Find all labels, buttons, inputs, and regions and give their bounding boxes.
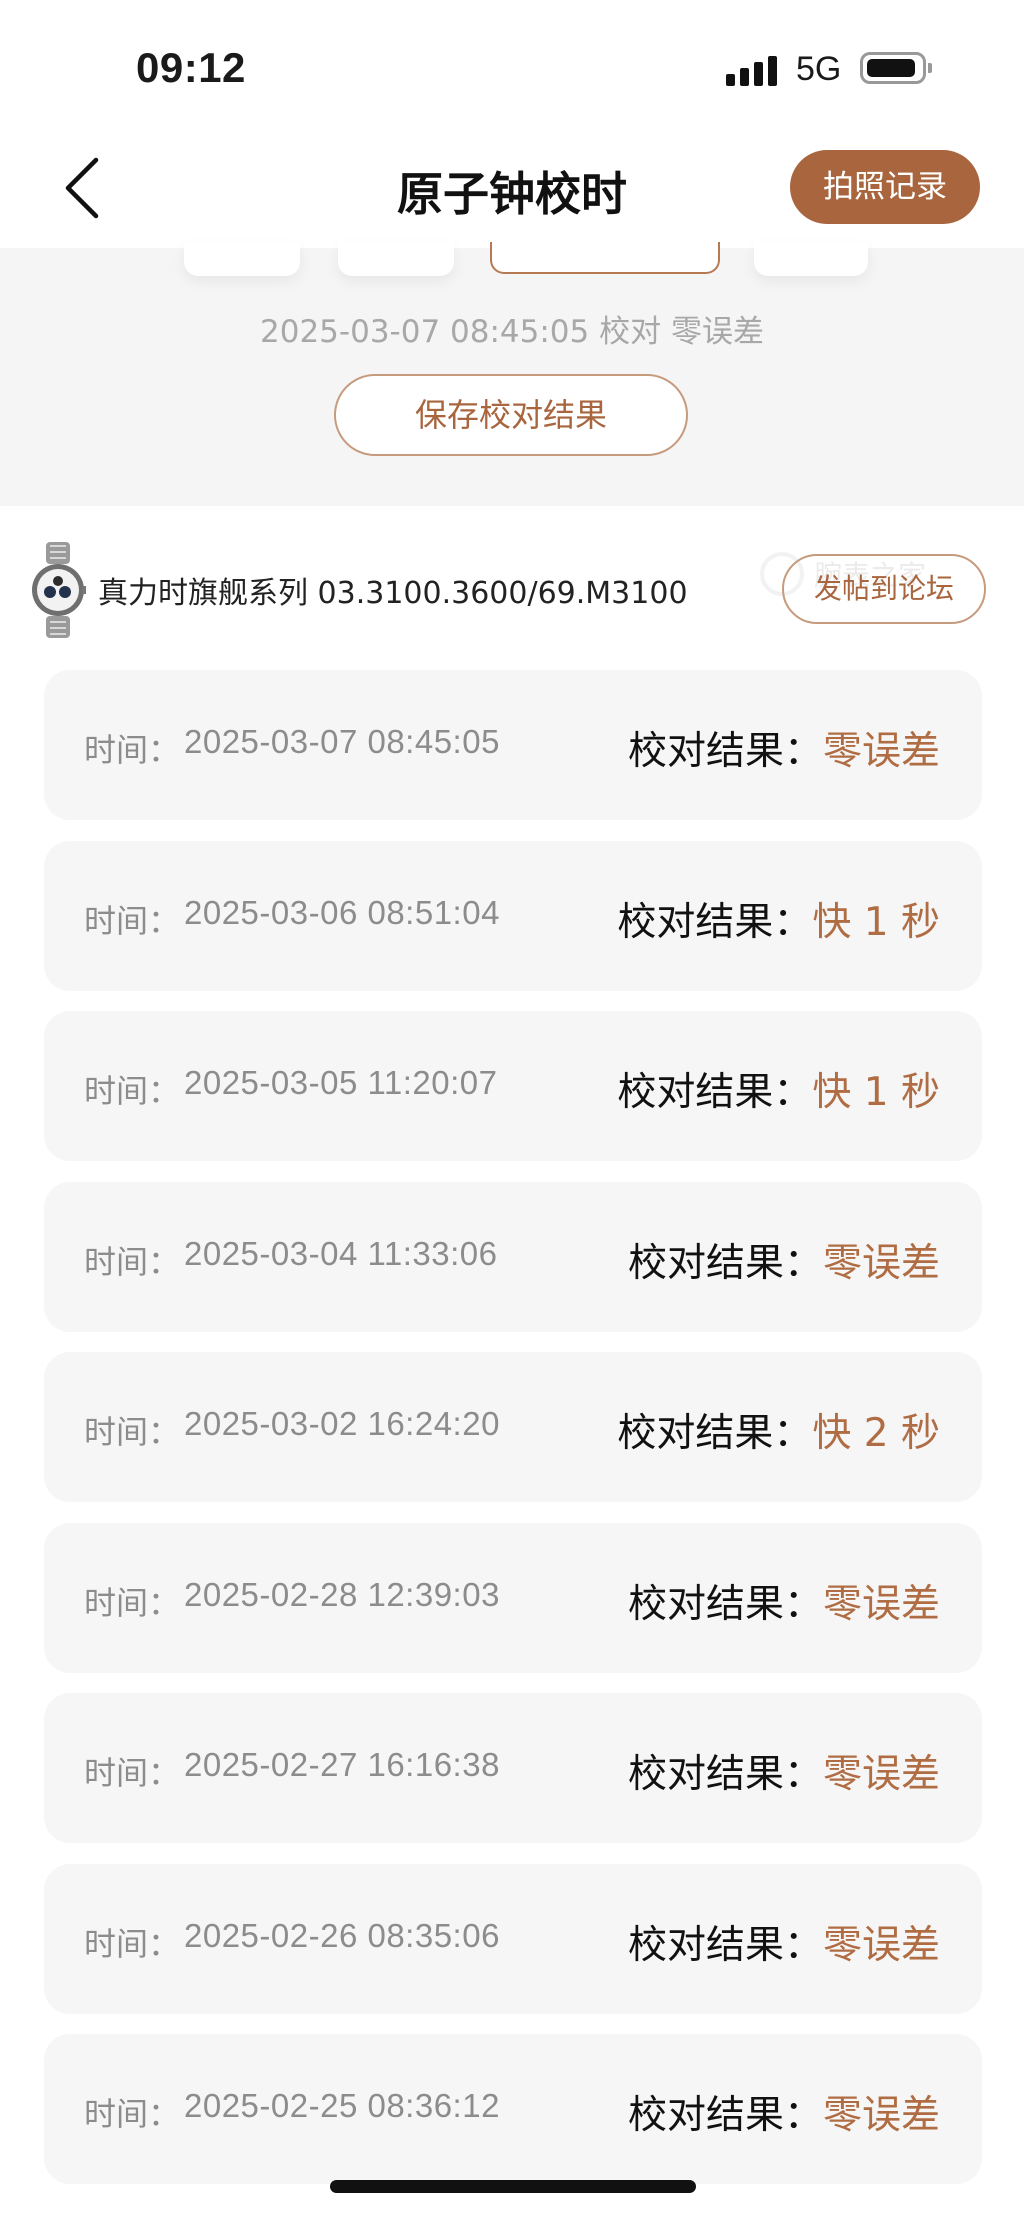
record-result-value: 零误差 <box>822 1581 940 1627</box>
record-time: 2025-03-06 08:51:04 <box>184 893 500 931</box>
home-indicator <box>330 2180 696 2193</box>
nav-bar: 原子钟校时 拍照记录 <box>0 140 1024 248</box>
record-time: 2025-02-26 08:35:06 <box>184 1916 500 1954</box>
record-result-label: 校对结果： <box>627 1240 823 1286</box>
record-result-label: 校对结果： <box>627 1922 823 1968</box>
record-result: 校对结果： 零误差 <box>628 1573 940 1629</box>
record-result: 校对结果： 零误差 <box>628 2084 940 2140</box>
record-result: 校对结果： 快 1 秒 <box>617 891 940 947</box>
record-result-value: 零误差 <box>822 1922 940 1968</box>
record-time-label: 时间： <box>84 731 181 769</box>
record-result-label: 校对结果： <box>627 2093 823 2138</box>
record-item[interactable]: 时间： 2025-03-05 11:20:07 校对结果： 快 1 秒 <box>44 1011 982 1161</box>
record-time: 2025-03-04 11:33:06 <box>184 1234 498 1272</box>
record-result-label: 校对结果： <box>617 1411 813 1456</box>
record-result-label: 校对结果： <box>617 899 813 945</box>
record-result-label: 校对结果： <box>617 1070 813 1115</box>
record-time: 2025-02-27 16:16:38 <box>184 1746 500 1783</box>
record-item[interactable]: 时间： 2025-03-07 08:45:05 校对结果： 零误差 <box>44 670 982 820</box>
watch-thumbnail <box>32 542 86 638</box>
record-result-value: 零误差 <box>822 729 940 774</box>
record-result: 校对结果： 快 2 秒 <box>617 1402 940 1458</box>
record-time: 2025-03-05 11:20:07 <box>184 1064 498 1101</box>
record-result-label: 校对结果： <box>627 1752 823 1797</box>
record-result-label: 校对结果： <box>627 1581 823 1627</box>
record-time-label: 时间： <box>84 1242 181 1281</box>
record-result-value: 快 1 秒 <box>812 899 940 945</box>
record-time-label: 时间： <box>84 1413 181 1451</box>
record-time-label: 时间： <box>84 1072 181 1110</box>
record-item[interactable]: 时间： 2025-03-02 16:24:20 校对结果： 快 2 秒 <box>44 1352 982 1502</box>
digit-card <box>754 242 868 276</box>
record-result-value: 零误差 <box>822 1752 940 1797</box>
record-result-value: 快 1 秒 <box>812 1070 940 1115</box>
record-item[interactable]: 时间： 2025-03-06 08:51:04 校对结果： 快 1 秒 <box>44 840 982 991</box>
record-time-label: 时间： <box>84 2095 181 2133</box>
watch-info-row: 真力时旗舰系列 03.3100.3600/69.M3100 腕表之家 发帖到论坛 <box>0 506 1024 666</box>
record-time: 2025-02-28 12:39:03 <box>184 1575 500 1613</box>
record-item[interactable]: 时间： 2025-02-25 08:36:12 校对结果： 零误差 <box>44 2034 982 2184</box>
record-result-label: 校对结果： <box>627 729 823 774</box>
record-result: 校对结果： 零误差 <box>628 1232 940 1288</box>
record-result: 校对结果： 零误差 <box>628 720 940 776</box>
status-bar: 09:12 5G <box>0 0 1024 140</box>
digit-card <box>184 242 300 276</box>
photo-record-button[interactable]: 拍照记录 <box>790 150 980 224</box>
record-result: 校对结果： 零误差 <box>628 1743 940 1799</box>
network-label: 5G <box>796 50 842 88</box>
post-to-forum-button[interactable]: 发帖到论坛 <box>782 554 986 624</box>
record-item[interactable]: 时间： 2025-02-26 08:35:06 校对结果： 零误差 <box>44 1863 982 2014</box>
status-time: 09:12 <box>136 44 246 91</box>
record-item[interactable]: 时间： 2025-02-27 16:16:38 校对结果： 零误差 <box>44 1693 982 1843</box>
record-result-value: 零误差 <box>822 1240 940 1286</box>
record-result-value: 零误差 <box>822 2093 940 2138</box>
watch-name: 真力时旗舰系列 03.3100.3600/69.M3100 <box>98 576 688 611</box>
digit-card <box>338 242 454 276</box>
record-time: 2025-02-25 08:36:12 <box>184 2087 500 2124</box>
chevron-left-icon <box>65 157 99 219</box>
record-time-label: 时间： <box>84 1924 181 1963</box>
record-item[interactable]: 时间： 2025-03-04 11:33:06 校对结果： 零误差 <box>44 1181 982 1332</box>
record-time-label: 时间： <box>84 1583 181 1622</box>
digit-card-selected <box>490 242 720 274</box>
signal-icon <box>726 52 780 86</box>
record-item[interactable]: 时间： 2025-02-28 12:39:03 校对结果： 零误差 <box>44 1522 982 1673</box>
record-time: 2025-03-02 16:24:20 <box>184 1405 500 1442</box>
save-result-button[interactable]: 保存校对结果 <box>334 374 688 456</box>
record-time: 2025-03-07 08:45:05 <box>184 723 500 760</box>
calibration-summary: 2025-03-07 08:45:05 校对 零误差 <box>260 314 764 350</box>
calibration-records-list: 时间： 2025-03-07 08:45:05 校对结果： 零误差 时间： 20… <box>44 670 982 2205</box>
record-result-value: 快 2 秒 <box>812 1411 940 1456</box>
back-button[interactable] <box>56 152 116 224</box>
battery-icon <box>860 52 932 84</box>
calibration-panel: 2025-03-07 08:45:05 校对 零误差 保存校对结果 <box>0 242 1024 506</box>
record-result: 校对结果： 快 1 秒 <box>617 1061 940 1117</box>
record-time-label: 时间： <box>84 1754 181 1792</box>
record-time-label: 时间： <box>84 901 181 940</box>
record-result: 校对结果： 零误差 <box>628 1914 940 1970</box>
